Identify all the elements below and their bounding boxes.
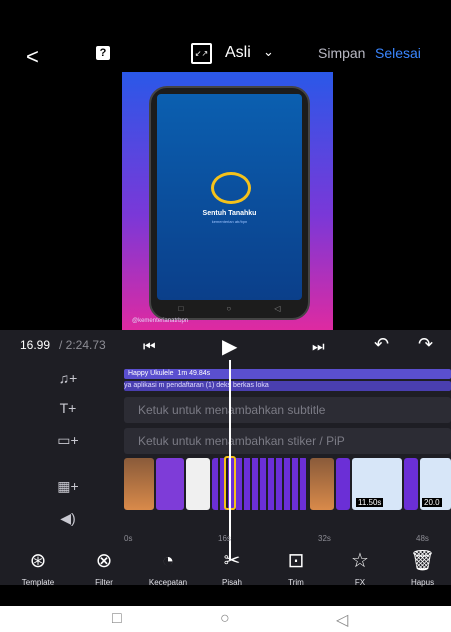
back-icon[interactable]: < bbox=[26, 44, 39, 70]
music-duration: 1m 49.84s bbox=[177, 370, 211, 377]
lyrics-bar[interactable]: ya aplikasi m pendaftaran (1) deks berka… bbox=[124, 381, 451, 391]
clip-thumbnail[interactable] bbox=[156, 458, 184, 510]
music-icon[interactable]: ♫+ bbox=[55, 370, 81, 386]
delete-button[interactable]: 🗑 Hapus bbox=[394, 548, 451, 587]
undo-icon[interactable]: ↶ bbox=[374, 334, 389, 355]
help-icon[interactable]: ? bbox=[96, 46, 110, 60]
phone-mockup: Sentuh Tanahku kementerian atr/bpn □ ○ ◁ bbox=[149, 86, 310, 320]
filter-button[interactable]: ⊗ Filter bbox=[74, 548, 134, 587]
video-clips-track[interactable]: 11.50s 20.0 bbox=[124, 458, 451, 510]
clip-thumbnail[interactable] bbox=[124, 458, 154, 510]
current-time: 16.99 bbox=[20, 338, 51, 352]
clip-thumbnail[interactable] bbox=[186, 458, 210, 510]
clip-thumbnail[interactable] bbox=[336, 458, 350, 510]
ruler-tick: 32s bbox=[318, 534, 331, 543]
clip-thumbnail[interactable]: 11.50s bbox=[352, 458, 402, 510]
split-button[interactable]: ✂ Pisah bbox=[202, 548, 262, 587]
music-bar[interactable]: Happy Ukulele 1m 49.84s bbox=[124, 369, 451, 379]
app-logo-icon bbox=[211, 172, 251, 204]
bottom-toolbar: ⊛ Template ⊗ Filter ◔ Kecepatan ✂ Pisah ⊡ Tri… bbox=[0, 548, 451, 602]
save-button[interactable]: Simpan bbox=[318, 45, 365, 61]
template-button[interactable]: ⊛ Template bbox=[8, 548, 68, 587]
app-subtitle: kementerian atr/bpn bbox=[211, 219, 248, 224]
redo-icon[interactable]: ↷ bbox=[418, 334, 433, 355]
recents-icon[interactable]: □ bbox=[112, 610, 122, 628]
done-button[interactable]: Selesai bbox=[375, 45, 421, 61]
add-subtitle-lane[interactable]: Ketuk untuk menambahkan subtitle bbox=[124, 397, 451, 423]
delete-icon: 🗑 bbox=[409, 550, 436, 572]
social-handle: @kementerianatrbpn bbox=[132, 318, 189, 324]
clip-duration: 20.0 bbox=[422, 498, 442, 507]
ruler-tick: 0s bbox=[124, 534, 133, 543]
timeline-ruler[interactable]: 0s 16s 32s 48s bbox=[124, 524, 451, 544]
split-icon: ✂ bbox=[223, 550, 241, 572]
filter-icon: ⊗ bbox=[95, 550, 113, 572]
ruler-tick: 16s bbox=[218, 534, 231, 543]
phone-screen: Sentuh Tanahku kementerian atr/bpn bbox=[157, 94, 302, 300]
text-icon[interactable]: T+ bbox=[55, 400, 81, 416]
clip-thumbnail[interactable]: 20.0 bbox=[420, 458, 451, 510]
skip-forward-button[interactable]: ⏭ bbox=[312, 338, 325, 355]
add-sticker-lane[interactable]: Ketuk untuk menambahkan stiker / PiP bbox=[124, 428, 451, 454]
skip-back-button[interactable]: ⏮ bbox=[143, 338, 156, 355]
sticker-icon[interactable]: ▭+ bbox=[55, 432, 81, 449]
chevron-down-icon[interactable]: ⌄ bbox=[263, 44, 274, 60]
music-title: Happy Ukulele bbox=[128, 370, 174, 377]
video-preview[interactable]: Sentuh Tanahku kementerian atr/bpn □ ○ ◁ @… bbox=[122, 72, 333, 332]
play-button[interactable]: ▶ bbox=[222, 334, 237, 359]
music-track[interactable]: Happy Ukulele 1m 49.84s ya aplikasi m pe… bbox=[124, 369, 451, 392]
clip-duration: 11.50s bbox=[356, 498, 384, 507]
template-icon: ⊛ bbox=[29, 550, 47, 572]
fx-icon: ☆ bbox=[351, 550, 369, 572]
system-nav-bar: □ ○ ◁ bbox=[0, 606, 451, 632]
ruler-tick: 48s bbox=[416, 534, 429, 543]
clip-thumbnail[interactable] bbox=[310, 458, 334, 510]
total-time: / 2:24.73 bbox=[59, 338, 106, 352]
trim-button[interactable]: ⊡ Trim bbox=[266, 548, 326, 587]
phone-navbar: □ ○ ◁ bbox=[178, 304, 281, 313]
add-clip-icon[interactable]: ▦+ bbox=[55, 478, 81, 495]
home-icon[interactable]: ○ bbox=[220, 610, 230, 628]
speed-button[interactable]: ◔ Kecepatan bbox=[138, 548, 198, 587]
fx-button[interactable]: ☆ FX bbox=[330, 548, 390, 587]
back-nav-icon[interactable]: ◁ bbox=[336, 610, 348, 630]
aspect-ratio-dropdown[interactable]: Asli bbox=[225, 44, 251, 62]
volume-icon[interactable]: ◀) bbox=[55, 510, 81, 527]
aspect-ratio-icon[interactable]: ↙↗ bbox=[191, 43, 212, 64]
trim-icon: ⊡ bbox=[287, 550, 305, 572]
app-name: Sentuh Tanahku bbox=[202, 210, 257, 217]
speed-icon: ◔ bbox=[161, 550, 175, 572]
clip-thumbnail[interactable] bbox=[404, 458, 418, 510]
